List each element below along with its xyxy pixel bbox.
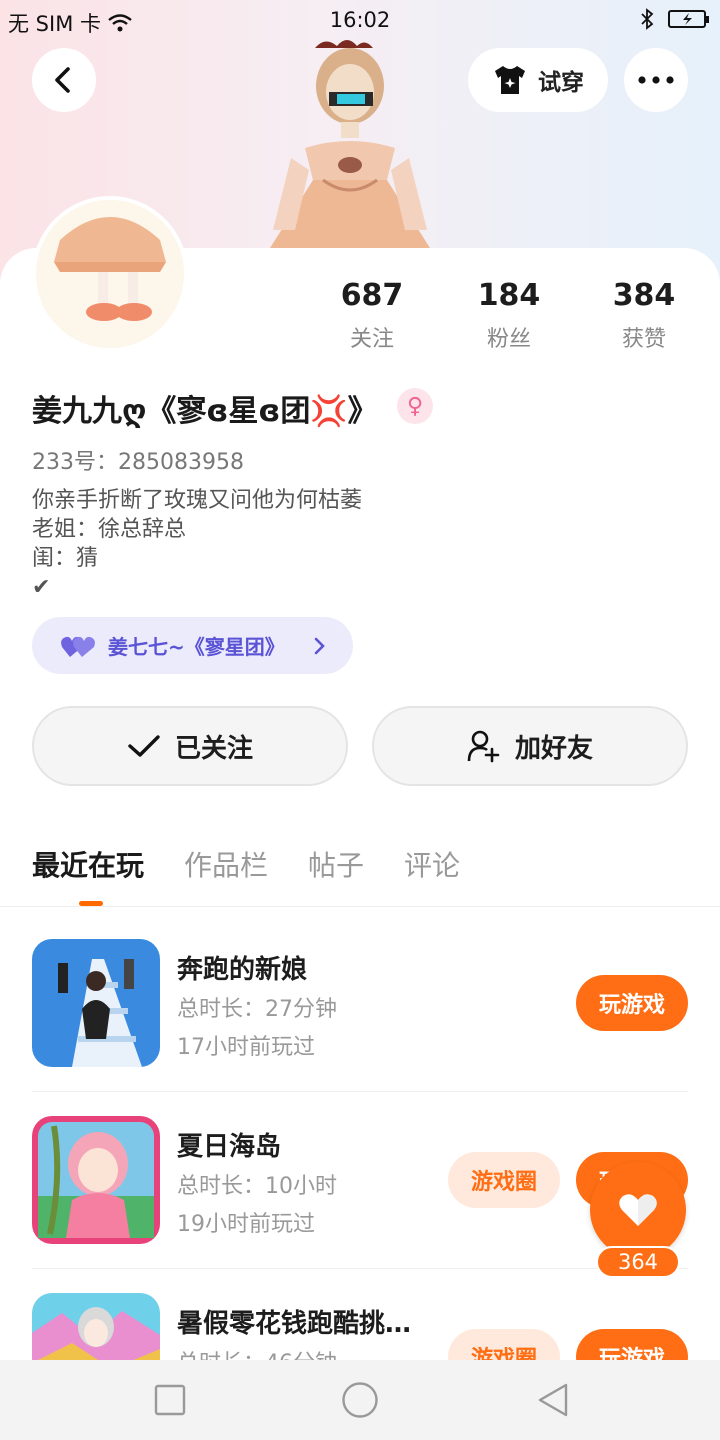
game-duration: 总时长：27分钟 xyxy=(177,997,337,1022)
row-divider xyxy=(32,1268,688,1269)
game-thumbnail xyxy=(32,939,160,1067)
game-list-item[interactable]: 夏日海岛 总时长：10小时 19小时前玩过 游戏圈 玩游戏 xyxy=(32,1116,688,1246)
followed-button[interactable]: 已关注 xyxy=(32,706,348,786)
add-user-icon xyxy=(467,730,500,763)
heart-icon xyxy=(619,1194,657,1226)
tshirt-icon xyxy=(495,66,525,94)
more-options-button[interactable] xyxy=(624,48,688,112)
followed-label: 已关注 xyxy=(174,733,253,764)
back-arrow-icon xyxy=(55,67,70,93)
female-gender-icon: ♀ xyxy=(397,388,433,424)
status-time: 16:02 xyxy=(329,8,391,32)
game-title: 暑假零花钱跑酷挑… xyxy=(177,1309,412,1339)
bio-line: 你亲手折断了玫瑰又问他为何枯萎 xyxy=(32,488,363,513)
stat-followers[interactable]: 184 粉丝 xyxy=(449,278,569,353)
system-nav-bar xyxy=(0,1360,720,1440)
stat-likes-label: 获赞 xyxy=(621,327,666,352)
floating-like-button[interactable] xyxy=(590,1162,686,1258)
chevron-right-icon xyxy=(314,637,325,654)
bio-line: 老姐：徐总辞总 xyxy=(32,517,187,542)
profile-bio: 你亲手折断了玫瑰又问他为何枯萎 老姐：徐总辞总 闺：猜 ✔ xyxy=(32,486,362,602)
game-title: 奔跑的新娘 xyxy=(177,955,308,985)
bio-line: ✔ xyxy=(32,575,51,600)
status-right xyxy=(640,8,709,30)
back-triangle-icon[interactable] xyxy=(536,1382,570,1418)
stat-followers-label: 粉丝 xyxy=(486,327,531,352)
bio-line: 闺：猜 xyxy=(32,546,99,571)
stat-following-label: 关注 xyxy=(349,327,394,352)
avatar-image xyxy=(36,200,184,348)
game-circle-button[interactable]: 游戏圈 xyxy=(448,1152,560,1208)
stat-likes[interactable]: 384 获赞 xyxy=(584,278,704,353)
game-duration: 总时长：10小时 xyxy=(177,1174,337,1199)
tab-works[interactable]: 作品栏 xyxy=(184,844,268,884)
try-on-button[interactable]: 试穿 xyxy=(468,48,608,112)
row-divider xyxy=(32,1091,688,1092)
avatar-character-figure xyxy=(270,40,430,248)
like-count-badge: 364 xyxy=(596,1246,680,1278)
stat-following-value: 687 xyxy=(340,278,404,313)
play-game-button[interactable]: 玩游戏 xyxy=(576,975,688,1031)
tab-comments[interactable]: 评论 xyxy=(404,844,460,884)
bluetooth-icon xyxy=(641,8,654,30)
game-last-played: 19小时前玩过 xyxy=(177,1212,315,1237)
tab-divider xyxy=(0,906,720,907)
group-label: 姜七七~《寥星团》 xyxy=(108,635,285,659)
back-button[interactable] xyxy=(32,48,96,112)
more-dots-icon xyxy=(638,76,674,84)
game-list-item[interactable]: 奔跑的新娘 总时长：27分钟 17小时前玩过 玩游戏 xyxy=(32,939,688,1069)
stat-likes-value: 384 xyxy=(612,278,676,313)
tab-recently-played[interactable]: 最近在玩 xyxy=(32,844,144,884)
profile-nickname: 姜九九ღ《寥ɞ星ɞ团💢》 xyxy=(32,394,378,429)
try-on-label: 试穿 xyxy=(538,70,584,96)
home-icon[interactable] xyxy=(341,1381,379,1419)
recent-apps-icon[interactable] xyxy=(154,1384,186,1416)
add-friend-label: 加好友 xyxy=(514,733,593,764)
group-link[interactable]: 姜七七~《寥星团》 xyxy=(32,617,353,674)
user-id: 233号：285083958 xyxy=(32,450,244,475)
stat-following[interactable]: 687 关注 xyxy=(312,278,432,353)
battery-icon xyxy=(668,10,709,28)
stat-followers-value: 184 xyxy=(477,278,541,313)
add-friend-button[interactable]: 加好友 xyxy=(372,706,688,786)
profile-tabs: 最近在玩 作品栏 帖子 评论 xyxy=(32,844,460,884)
avatar[interactable] xyxy=(32,196,188,352)
double-heart-icon xyxy=(61,636,95,657)
game-last-played: 17小时前玩过 xyxy=(177,1035,315,1060)
tab-posts[interactable]: 帖子 xyxy=(308,844,364,884)
check-icon xyxy=(128,735,160,757)
game-title: 夏日海岛 xyxy=(177,1132,282,1162)
game-thumbnail xyxy=(32,1116,160,1244)
